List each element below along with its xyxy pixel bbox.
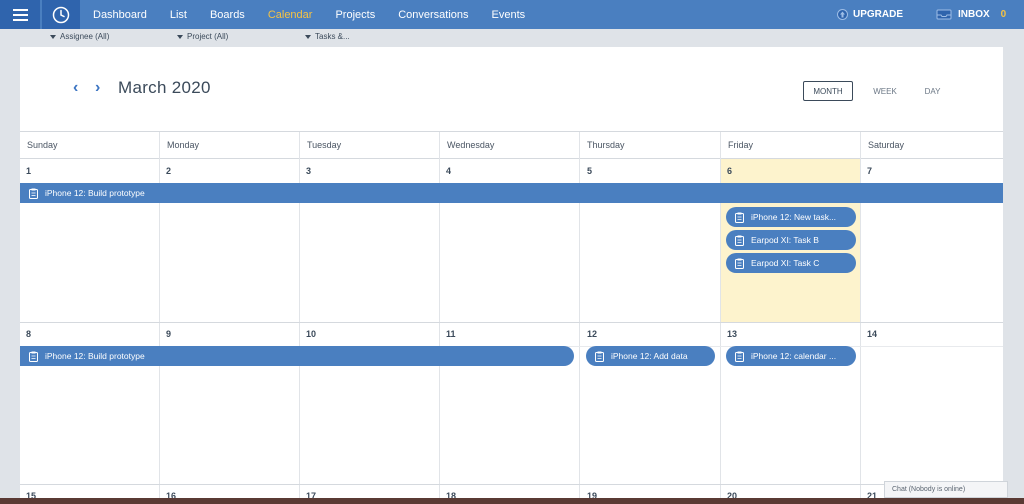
event-title: Earpod XI: Task C (751, 258, 820, 268)
weekday-header: Thursday (580, 132, 720, 159)
month-grid: Sunday Monday Tuesday Wednesday Thursday… (20, 131, 1003, 504)
day-cell-number[interactable]: 12 (587, 329, 597, 339)
event-add-data[interactable]: iPhone 12: Add data (586, 346, 715, 366)
caret-down-icon (305, 34, 311, 39)
event-title: iPhone 12: Build prototype (45, 351, 145, 361)
clipboard-icon (595, 351, 604, 362)
weekday-header: Saturday (861, 132, 1003, 159)
event-earpod-task-c[interactable]: Earpod XI: Task C (726, 253, 856, 273)
view-day-button[interactable]: DAY (915, 81, 950, 101)
upgrade-label: UPGRADE (853, 9, 904, 20)
day-cell-number[interactable]: 6 (727, 166, 732, 176)
next-month-button[interactable]: › (95, 80, 107, 96)
calendar-header: ‹ › March 2020 MONTH WEEK DAY (20, 47, 1003, 131)
filter-bar: Assignee (All) Project (All) Tasks &... (0, 29, 1024, 47)
day-cell-number[interactable]: 10 (306, 329, 316, 339)
view-month-button[interactable]: MONTH (803, 81, 853, 101)
hamburger-icon[interactable] (0, 0, 40, 29)
assignee-filter-label: Assignee (All) (60, 32, 110, 41)
nav-events[interactable]: Events (492, 9, 526, 21)
nav-dashboard[interactable]: Dashboard (93, 9, 147, 21)
clock-icon[interactable] (42, 0, 80, 29)
caret-down-icon (50, 34, 56, 39)
nav-calendar[interactable]: Calendar (268, 9, 313, 21)
inbox-label: INBOX (958, 9, 990, 20)
chat-widget[interactable]: Chat (Nobody is online) (884, 481, 1008, 498)
clipboard-icon (735, 351, 744, 362)
day-cell-number[interactable]: 7 (867, 166, 872, 176)
event-title: iPhone 12: New task... (751, 212, 837, 222)
calendar-card: ‹ › March 2020 MONTH WEEK DAY Sunday Mon… (20, 47, 1003, 504)
previous-month-button[interactable]: ‹ (73, 80, 85, 96)
weekday-header: Wednesday (440, 132, 579, 159)
event-title: iPhone 12: calendar ... (751, 351, 837, 361)
event-new-task[interactable]: iPhone 12: New task... (726, 207, 856, 227)
clipboard-icon (735, 212, 744, 223)
caret-down-icon (177, 34, 183, 39)
assignee-filter[interactable]: Assignee (All) (50, 32, 109, 41)
event-calendar-task[interactable]: iPhone 12: calendar ... (726, 346, 856, 366)
day-cell-number[interactable]: 14 (867, 329, 877, 339)
event-build-prototype-week1[interactable]: iPhone 12: Build prototype (20, 183, 1003, 203)
inbox-icon (936, 9, 952, 20)
event-title: iPhone 12: Add data (611, 351, 688, 361)
project-filter-label: Project (All) (187, 32, 229, 41)
upgrade-icon (837, 9, 848, 20)
clipboard-icon (735, 258, 744, 269)
day-cell-number[interactable]: 1 (26, 166, 31, 176)
upgrade-button[interactable]: UPGRADE (837, 0, 903, 29)
clipboard-icon (29, 351, 38, 362)
day-cell-number[interactable]: 11 (446, 329, 456, 339)
nav-list[interactable]: List (170, 9, 187, 21)
nav-projects[interactable]: Projects (335, 9, 375, 21)
day-cell-number[interactable]: 3 (306, 166, 311, 176)
view-week-button[interactable]: WEEK (865, 81, 905, 101)
project-filter[interactable]: Project (All) (177, 32, 228, 41)
weekday-header: Tuesday (300, 132, 439, 159)
week-separator (20, 484, 1003, 485)
inbox-count: 0 (1000, 9, 1007, 20)
day-cell-number[interactable]: 5 (587, 166, 592, 176)
nav-boards[interactable]: Boards (210, 9, 245, 21)
weekday-header: Friday (721, 132, 860, 159)
weekday-header: Sunday (20, 132, 159, 159)
nav-conversations[interactable]: Conversations (398, 9, 468, 21)
event-title: iPhone 12: Build prototype (45, 188, 145, 198)
clipboard-icon (735, 235, 744, 246)
day-cell-number[interactable]: 4 (446, 166, 451, 176)
clipboard-icon (29, 188, 38, 199)
top-navigation-bar: Dashboard List Boards Calendar Projects … (0, 0, 1024, 29)
inbox-button[interactable]: INBOX 0 (936, 0, 1006, 29)
day-cell-number[interactable]: 2 (166, 166, 171, 176)
month-title: March 2020 (118, 78, 211, 97)
weekday-header: Monday (160, 132, 299, 159)
tasks-filter[interactable]: Tasks &... (305, 32, 350, 41)
chat-label: Chat (Nobody is online) (892, 486, 966, 493)
week-separator (20, 322, 1003, 323)
day-cell-number[interactable]: 9 (166, 329, 171, 339)
day-cell-number[interactable]: 8 (26, 329, 31, 339)
event-build-prototype-week2[interactable]: iPhone 12: Build prototype (20, 346, 574, 366)
event-earpod-task-b[interactable]: Earpod XI: Task B (726, 230, 856, 250)
main-nav: Dashboard List Boards Calendar Projects … (93, 0, 548, 29)
event-title: Earpod XI: Task B (751, 235, 819, 245)
day-cell-number[interactable]: 13 (727, 329, 737, 339)
taskbar-strip (0, 498, 1024, 504)
tasks-filter-label: Tasks &... (315, 32, 350, 41)
